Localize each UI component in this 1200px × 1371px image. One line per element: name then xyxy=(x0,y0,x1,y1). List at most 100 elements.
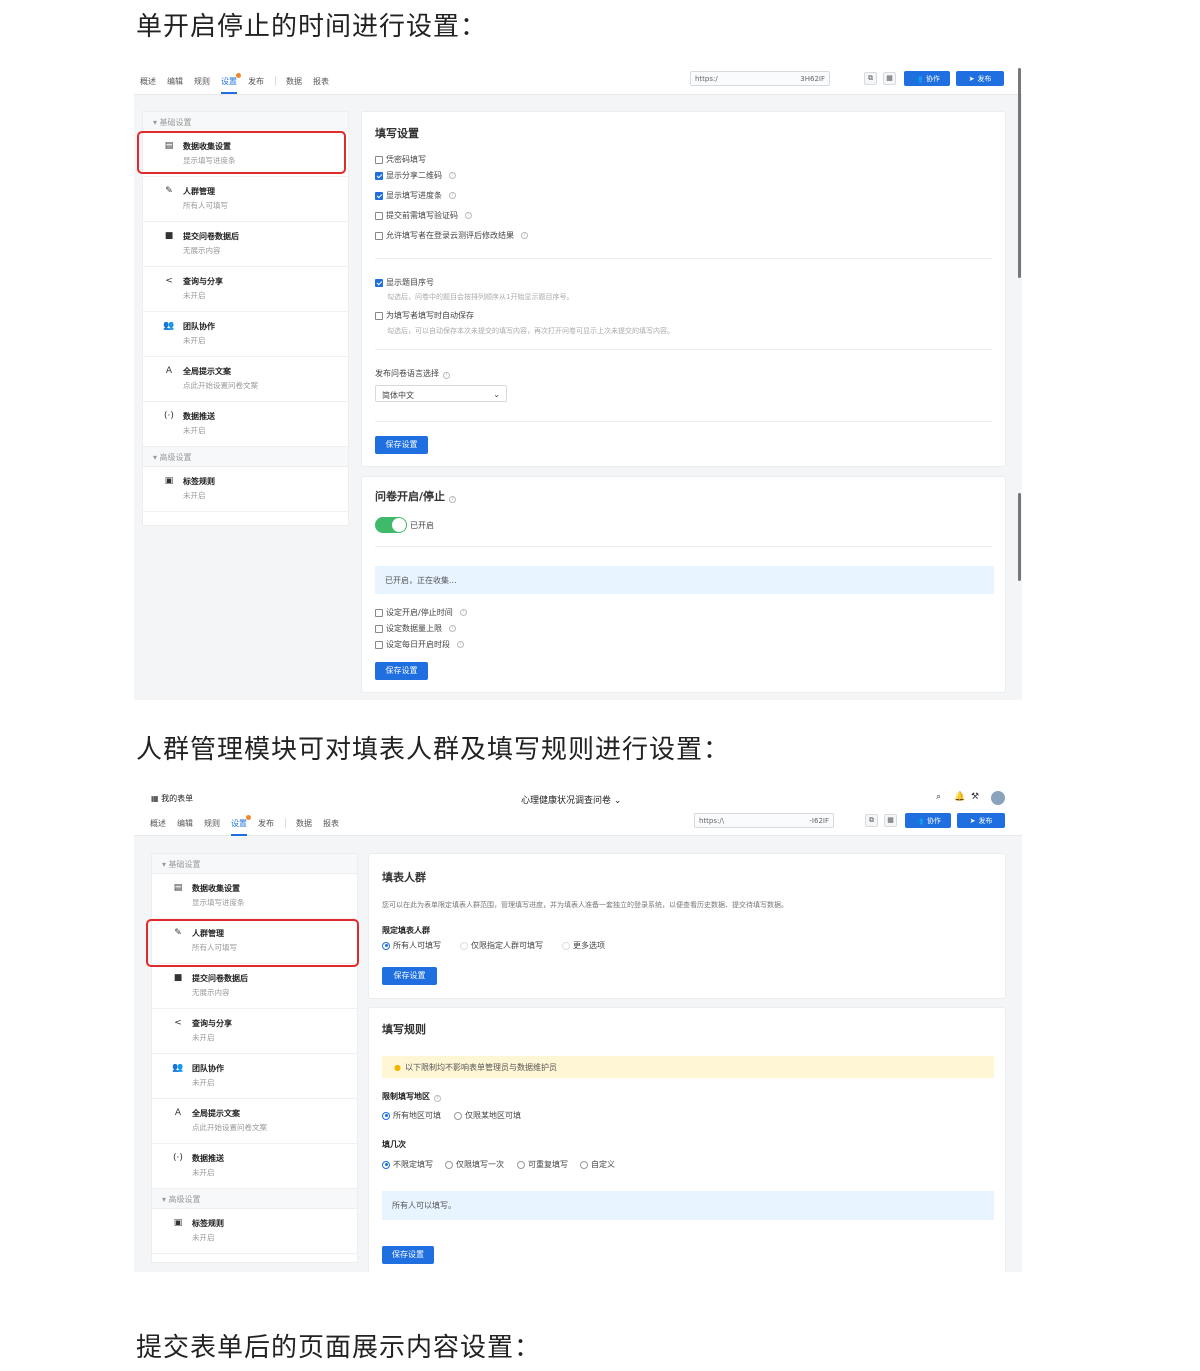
radio-icon xyxy=(454,1111,462,1120)
save-button[interactable]: 保存设置 xyxy=(375,436,428,454)
help-icon[interactable]: ? xyxy=(449,625,456,632)
publish-button[interactable]: ➤ 发布 xyxy=(957,813,1005,828)
team-icon: 👥 xyxy=(915,816,924,825)
radio-all-regions[interactable]: 所有地区可填 xyxy=(382,1110,441,1121)
save-button[interactable]: 保存设置 xyxy=(382,967,437,985)
share-url-field[interactable]: https:/ 3H62IF xyxy=(690,71,830,86)
item-title: 人群管理 xyxy=(183,187,215,196)
radio-some-region[interactable]: 仅限某地区可填 xyxy=(454,1110,521,1121)
help-icon[interactable]: ? xyxy=(449,172,456,179)
tab-settings[interactable]: 设置 xyxy=(221,73,241,94)
sidebar-item-data-push[interactable]: (·) 数据推送 未开启 xyxy=(152,1144,357,1189)
daily-period-checkbox[interactable]: 设定每日开启时段? xyxy=(375,639,464,650)
copy-icon[interactable]: ⧉ xyxy=(865,814,878,827)
radio-once[interactable]: 仅限填写一次 xyxy=(445,1159,504,1170)
help-icon[interactable]: ? xyxy=(465,212,472,219)
tab-report[interactable]: 报表 xyxy=(323,818,339,836)
autosave-checkbox[interactable]: 为填写者填写时自动保存 xyxy=(375,310,474,321)
checkbox-icon xyxy=(375,155,383,164)
radio-custom[interactable]: 自定义 xyxy=(580,1159,615,1170)
data-limit-checkbox[interactable]: 设定数据量上限? xyxy=(375,623,456,634)
share-url-field[interactable]: https:/\ -I62IF xyxy=(694,813,834,828)
qrcode-checkbox[interactable]: 显示分享二维码? xyxy=(375,170,456,181)
set-time-checkbox[interactable]: 设定开启/停止时间? xyxy=(375,607,467,618)
scrollbar-upper[interactable] xyxy=(1018,68,1021,278)
checkbox-checked-icon xyxy=(375,191,383,200)
radio-more[interactable]: 更多选项 xyxy=(562,940,605,951)
group-advanced-settings[interactable]: ▾ 高级设置 xyxy=(143,447,348,467)
sidebar-item-tag-rules[interactable]: ▣ 标签规则 未开启 xyxy=(152,1209,357,1254)
bell-icon[interactable]: 🔔 xyxy=(954,792,965,802)
group-advanced-settings[interactable]: ▾ 高级设置 xyxy=(152,1189,357,1209)
tab-edit[interactable]: 编辑 xyxy=(167,76,183,94)
radio-repeatable[interactable]: 可重复填写 xyxy=(517,1159,568,1170)
group-basic-settings[interactable]: ▾ 基础设置 xyxy=(152,854,357,874)
help-icon[interactable]: ? xyxy=(434,1095,441,1102)
radio-selected-icon xyxy=(382,1160,390,1169)
toggle-label: 已开启 xyxy=(410,521,434,530)
help-icon[interactable]: ? xyxy=(521,232,528,239)
tab-rules[interactable]: 规则 xyxy=(204,818,220,836)
sidebar-item-after-submit[interactable]: ■ 提交问卷数据后 无展示内容 xyxy=(143,222,348,267)
item-title: 全局提示文案 xyxy=(192,1109,240,1118)
radio-unlimited[interactable]: 不限定填写 xyxy=(382,1159,433,1170)
language-select[interactable]: 简体中文 ⌄ xyxy=(375,385,507,402)
divider xyxy=(375,546,992,547)
form-title-dropdown[interactable]: 心理健康状况调查问卷 ⌄ xyxy=(521,793,621,806)
checkbox-icon xyxy=(375,608,383,617)
sidebar-item-after-submit[interactable]: ■ 提交问卷数据后 无展示内容 xyxy=(152,964,357,1009)
share-icon: < xyxy=(165,276,173,286)
sidebar-item-query-share[interactable]: < 查询与分享 未开启 xyxy=(152,1009,357,1054)
sidebar-item-query-share[interactable]: < 查询与分享 未开启 xyxy=(143,267,348,312)
progress-checkbox[interactable]: 显示填写进度条? xyxy=(375,190,456,201)
sidebar-item-global-text[interactable]: A 全局提示文案 点此开始设置问卷文案 xyxy=(143,357,348,402)
publish-button[interactable]: ➤ 发布 xyxy=(956,71,1004,86)
help-icon[interactable]: ? xyxy=(449,496,457,503)
save-button[interactable]: 保存设置 xyxy=(375,662,428,680)
collect-toggle[interactable] xyxy=(375,517,407,533)
scrollbar-lower[interactable] xyxy=(1018,493,1021,581)
search-icon[interactable]: ⌕ xyxy=(936,792,941,802)
sidebar-item-global-text[interactable]: A 全局提示文案 点此开始设置问卷文案 xyxy=(152,1099,357,1144)
sidebar-item-tag-rules[interactable]: ▣ 标签规则 未开启 xyxy=(143,467,348,512)
tab-data[interactable]: 数据 xyxy=(286,76,302,94)
section-heading-3: 提交表单后的页面展示内容设置： xyxy=(136,1333,542,1363)
chevron-down-icon: ⌄ xyxy=(611,796,622,806)
qrcode-icon[interactable]: ▦ xyxy=(884,814,897,827)
tab-data[interactable]: 数据 xyxy=(296,818,312,836)
item-title: 标签规则 xyxy=(192,1219,224,1228)
tab-settings[interactable]: 设置 xyxy=(231,815,251,836)
sidebar-item-data-push[interactable]: (·) 数据推送 未开启 xyxy=(143,402,348,447)
collab-button[interactable]: 👥 协作 xyxy=(904,71,950,86)
sidebar-item-team[interactable]: 👥 团队协作 未开启 xyxy=(152,1054,357,1099)
collab-button[interactable]: 👥 协作 xyxy=(905,813,951,828)
save-button[interactable]: 保存设置 xyxy=(382,1246,434,1264)
help-icon[interactable]: ? xyxy=(449,192,456,199)
help-icon[interactable]: ? xyxy=(459,609,467,616)
radio-all[interactable]: 所有人可填写 xyxy=(382,940,441,951)
tab-report[interactable]: 报表 xyxy=(313,76,329,94)
tab-rules[interactable]: 规则 xyxy=(194,76,210,94)
tab-edit[interactable]: 编辑 xyxy=(177,818,193,836)
radio-specified[interactable]: 仅限指定人群可填写 xyxy=(460,940,543,951)
tab-publish[interactable]: 发布 xyxy=(258,818,274,836)
modify-result-checkbox[interactable]: 允许填写者在登录云测评后修改结果? xyxy=(375,230,528,241)
qrcode-icon[interactable]: ▦ xyxy=(883,72,896,85)
sidebar-item-data-collection[interactable]: ▤ 数据收集设置 显示填写进度条 xyxy=(152,874,357,919)
tools-icon[interactable]: ⚒ xyxy=(971,792,979,802)
help-icon[interactable]: ? xyxy=(443,372,450,379)
help-icon[interactable]: ? xyxy=(457,641,464,648)
sidebar-item-team[interactable]: 👥 团队协作 未开启 xyxy=(143,312,348,357)
tab-publish[interactable]: 发布 xyxy=(248,76,264,94)
my-forms-link[interactable]: ▦ 我的表单 xyxy=(151,793,193,804)
tab-overview[interactable]: 概述 xyxy=(140,76,156,94)
sidebar-item-crowd[interactable]: ✎ 人群管理 所有人可填写 xyxy=(143,177,348,222)
group-basic-settings[interactable]: ▾ 基础设置 xyxy=(143,112,348,132)
tab-overview[interactable]: 概述 xyxy=(150,818,166,836)
copy-icon[interactable]: ⧉ xyxy=(864,72,877,85)
password-checkbox[interactable]: 凭密码填写 xyxy=(375,154,426,165)
captcha-checkbox[interactable]: 提交前需填写验证码? xyxy=(375,210,472,221)
url-start: https:/ xyxy=(695,75,718,83)
avatar[interactable] xyxy=(991,791,1005,805)
show-number-checkbox[interactable]: 显示题目序号 xyxy=(375,277,434,288)
